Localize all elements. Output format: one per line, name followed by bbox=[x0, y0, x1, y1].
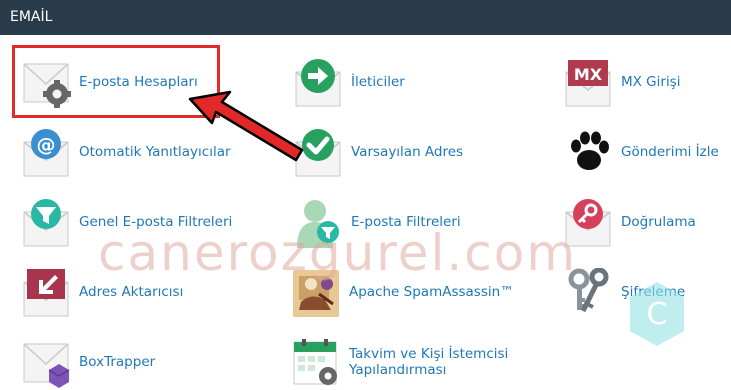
mx-entry-item[interactable]: MX MX Girişi bbox=[565, 58, 725, 110]
autoresponders-item[interactable]: @ Otomatik Yanıtlayıcılar bbox=[23, 128, 243, 180]
forwarders-label: İleticiler bbox=[351, 74, 405, 90]
paw-print-icon bbox=[565, 128, 611, 178]
address-importer-label: Adres Aktarıcısı bbox=[79, 284, 184, 300]
calendar-contacts-config-label: Takvim ve Kişi İstemcisi Yapılandırması bbox=[349, 346, 509, 378]
envelope-key-icon bbox=[565, 198, 611, 248]
address-importer-item[interactable]: Adres Aktarıcısı bbox=[23, 268, 223, 320]
authentication-label: Doğrulama bbox=[621, 214, 696, 230]
svg-text:MX: MX bbox=[574, 65, 603, 84]
spamassassin-label: Apache SpamAssassin™ bbox=[349, 284, 514, 300]
global-email-filters-label: Genel E-posta Filtreleri bbox=[79, 214, 233, 230]
mx-entry-label: MX Girişi bbox=[621, 74, 681, 90]
envelope-mx-icon: MX bbox=[565, 58, 611, 108]
default-address-label: Varsayılan Adres bbox=[351, 144, 464, 160]
email-accounts-item[interactable]: E-posta Hesapları bbox=[23, 58, 223, 110]
section-header: EMAİL bbox=[0, 0, 731, 35]
email-accounts-label: E-posta Hesapları bbox=[79, 74, 198, 90]
autoresponders-label: Otomatik Yanıtlayıcılar bbox=[79, 144, 231, 160]
global-email-filters-item[interactable]: Genel E-posta Filtreleri bbox=[23, 198, 243, 250]
encryption-label: Şifreleme bbox=[621, 284, 686, 300]
envelope-forward-arrow-icon bbox=[295, 58, 341, 108]
envelope-gear-icon bbox=[23, 58, 71, 108]
envelope-import-arrow-icon bbox=[23, 268, 69, 318]
svg-text:@: @ bbox=[37, 134, 56, 156]
encryption-item[interactable]: Şifreleme bbox=[565, 268, 705, 320]
user-funnel-icon bbox=[295, 198, 341, 248]
keys-icon bbox=[565, 268, 611, 318]
forwarders-item[interactable]: İleticiler bbox=[295, 58, 485, 110]
spamassassin-icon bbox=[293, 268, 339, 318]
calendar-contacts-config-item[interactable]: Takvim ve Kişi İstemcisi Yapılandırması bbox=[293, 338, 533, 385]
calendar-gear-icon bbox=[293, 338, 339, 388]
authentication-item[interactable]: Doğrulama bbox=[565, 198, 725, 250]
envelope-checkmark-icon bbox=[295, 128, 341, 178]
envelope-box-icon bbox=[23, 338, 70, 388]
default-address-item[interactable]: Varsayılan Adres bbox=[295, 128, 485, 180]
email-filters-label: E-posta Filtreleri bbox=[351, 214, 461, 230]
spamassassin-item[interactable]: Apache SpamAssassin™ bbox=[293, 268, 523, 320]
email-filters-item[interactable]: E-posta Filtreleri bbox=[295, 198, 485, 250]
boxtrapper-label: BoxTrapper bbox=[79, 354, 156, 370]
envelope-funnel-icon bbox=[23, 198, 69, 248]
track-delivery-item[interactable]: Gönderimi İzle bbox=[565, 128, 731, 180]
section-title: EMAİL bbox=[10, 9, 53, 25]
boxtrapper-item[interactable]: BoxTrapper bbox=[23, 338, 183, 390]
track-delivery-label: Gönderimi İzle bbox=[621, 144, 719, 160]
envelope-at-sign-icon: @ bbox=[23, 128, 69, 178]
